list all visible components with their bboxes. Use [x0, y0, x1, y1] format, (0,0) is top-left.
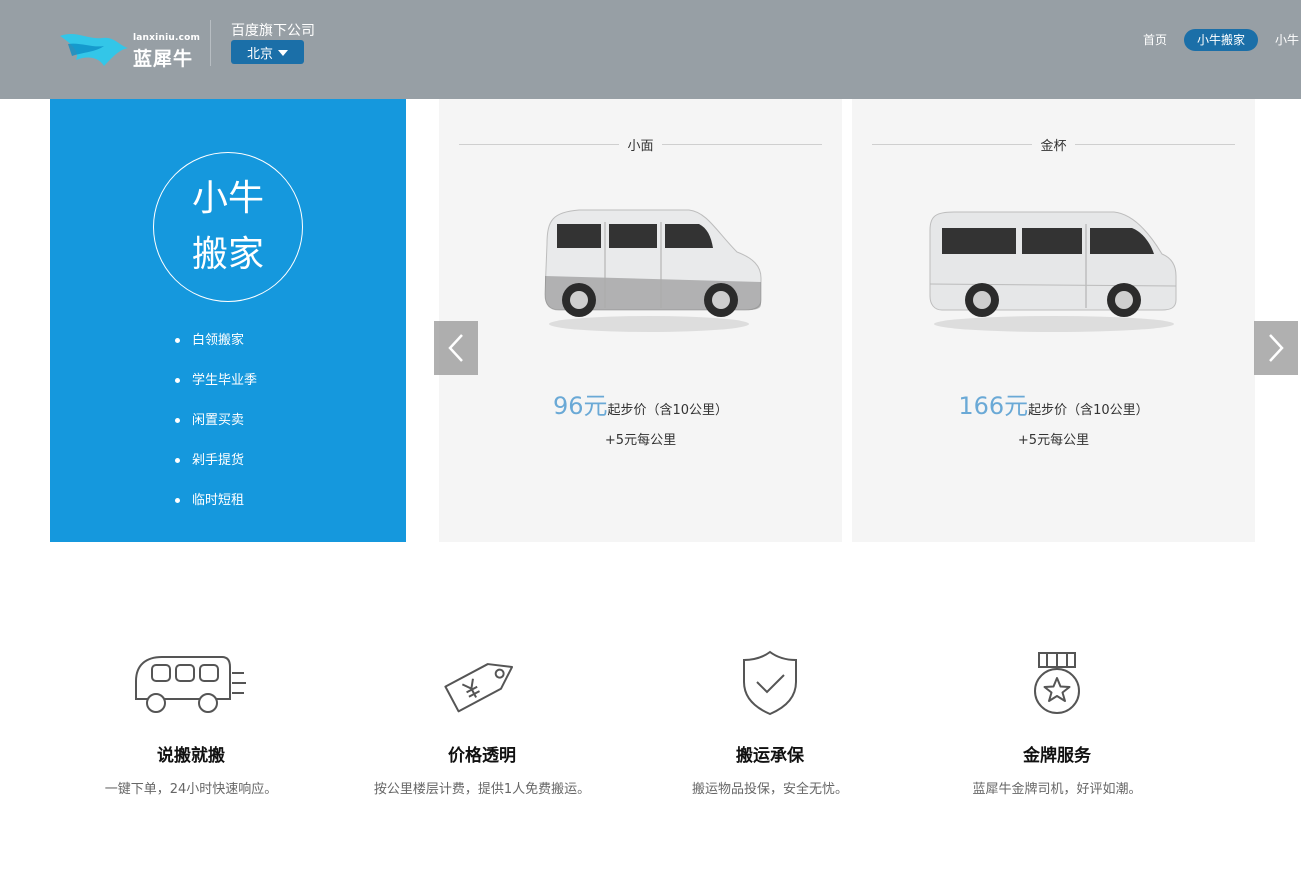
city-label: 北京	[246, 46, 273, 62]
logo-name: 蓝犀牛	[133, 48, 194, 70]
price-note: 起步价（含10公里）	[1028, 403, 1149, 418]
feature-title: 价格透明	[448, 746, 516, 766]
price-line: 96元起步价（含10公里）	[439, 386, 842, 421]
service-title-line2: 搬家	[191, 234, 264, 275]
header-divider	[210, 20, 211, 66]
service-item[interactable]: 闲置买卖	[174, 411, 257, 451]
service-list: 白领搬家 学生毕业季 闲置买卖 剁手提货 临时短租	[174, 331, 257, 531]
price-note: 起步价（含10公里）	[607, 403, 729, 418]
company-tagline: 百度旗下公司	[231, 23, 315, 39]
medal-icon	[1034, 651, 1080, 714]
service-item[interactable]: 临时短租	[174, 491, 257, 531]
site-header: lanxiniu.com 蓝犀牛 百度旗下公司 北京 首页 小牛搬家 小牛	[0, 0, 1301, 99]
feature-desc: 蓝犀牛金牌司机，好评如潮。	[972, 782, 1142, 797]
feature-item: 说搬就搬 一键下单，24小时快速响应。	[46, 645, 336, 797]
feature-item: 价格透明 按公里楼层计费，提供1人免费搬运。	[337, 645, 627, 797]
service-title-line1: 小牛	[191, 178, 264, 219]
service-item[interactable]: 白领搬家	[174, 331, 257, 371]
price-line: 166元起步价（含10公里）	[852, 386, 1255, 421]
vehicle-name: 金杯	[1032, 139, 1075, 154]
carousel-next-button[interactable]	[1254, 321, 1298, 375]
start-price: 166元	[958, 392, 1029, 420]
feature-desc: 按公里楼层计费，提供1人免费搬运。	[373, 782, 591, 797]
feature-title: 搬运承保	[736, 746, 804, 766]
chevron-right-icon	[1269, 334, 1284, 362]
van-image	[929, 211, 1177, 332]
start-price: 96元	[552, 392, 608, 420]
main-nav: 首页 小牛搬家 小牛	[1130, 29, 1301, 51]
service-title-circle: 小牛 搬家	[153, 152, 303, 302]
service-item[interactable]: 剁手提货	[174, 451, 257, 491]
nav-xiaoniu-moving[interactable]: 小牛搬家	[1184, 29, 1259, 51]
per-km-price: +5元每公里	[1017, 433, 1090, 448]
feature-desc: 一键下单，24小时快速响应。	[104, 782, 278, 797]
vehicle-card[interactable]: 小面 96元起步价（含10公里） +5元每公里	[439, 99, 842, 542]
service-panel: 小牛 搬家 白领搬家 学生毕业季 闲置买卖 剁手提货 临时短租	[50, 99, 406, 542]
carousel-prev-button[interactable]	[434, 321, 478, 375]
feature-item: 金牌服务 蓝犀牛金牌司机，好评如潮。	[912, 645, 1202, 797]
vehicle-card[interactable]: 金杯 166元起步价（含10公里） +5元每公里	[852, 99, 1255, 542]
per-km-price: +5元每公里	[604, 433, 677, 448]
truck-icon	[135, 655, 246, 713]
nav-home[interactable]: 首页	[1130, 29, 1180, 51]
shield-check-icon	[743, 650, 797, 715]
logo-domain: lanxiniu.com	[133, 33, 201, 43]
minivan-image	[544, 209, 762, 332]
vehicle-name: 小面	[619, 139, 662, 154]
caret-down-icon	[278, 50, 288, 56]
chevron-left-icon	[448, 334, 463, 362]
city-selector[interactable]: 北京	[231, 40, 304, 64]
service-item[interactable]: 学生毕业季	[174, 371, 257, 411]
feature-item: 搬运承保 搬运物品投保，安全无忧。	[625, 645, 915, 797]
price-tag-icon	[444, 662, 514, 712]
feature-title: 说搬就搬	[157, 746, 225, 766]
nav-xiaoniu[interactable]: 小牛	[1262, 29, 1301, 51]
feature-desc: 搬运物品投保，安全无忧。	[691, 782, 848, 797]
feature-title: 金牌服务	[1023, 746, 1091, 766]
